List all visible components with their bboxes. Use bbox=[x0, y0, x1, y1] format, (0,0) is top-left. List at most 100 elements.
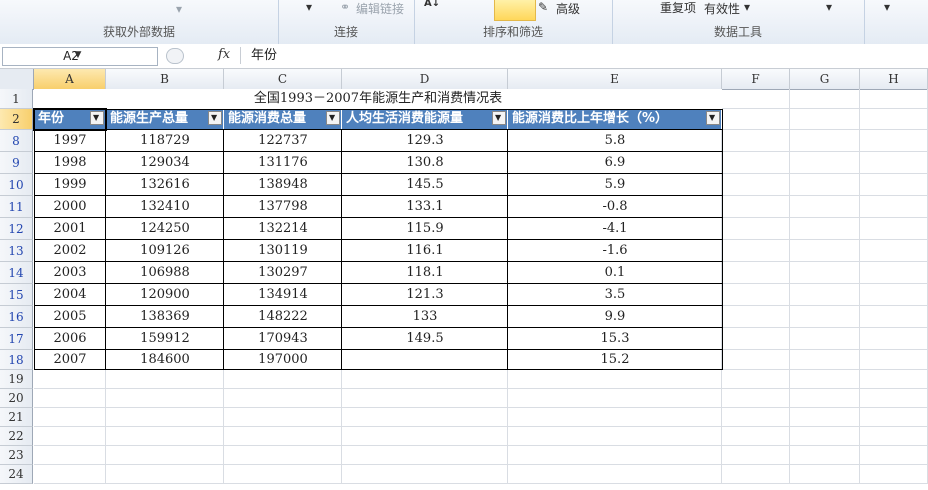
table-cell[interactable]: 2002 bbox=[34, 240, 106, 262]
formula-input[interactable]: 年份 bbox=[240, 47, 928, 64]
table-cell[interactable] bbox=[342, 350, 508, 370]
row-header-20[interactable]: 20 bbox=[0, 389, 33, 408]
expand-handle-icon[interactable] bbox=[166, 48, 184, 64]
table-cell[interactable]: 131176 bbox=[224, 152, 342, 174]
table-cell[interactable]: 134914 bbox=[224, 284, 342, 306]
chevron-down-icon[interactable]: ▼ bbox=[3, 50, 153, 60]
table-cell[interactable]: 1999 bbox=[34, 174, 106, 196]
filter-button[interactable] bbox=[494, 0, 536, 21]
table-cell[interactable]: 122737 bbox=[224, 130, 342, 152]
table-cell[interactable]: 15.3 bbox=[508, 328, 722, 350]
row-header-18[interactable]: 18 bbox=[0, 350, 33, 370]
dropdown-arrow-icon[interactable]: ▾ bbox=[176, 2, 182, 16]
dropdown-arrow-icon[interactable]: ▾ bbox=[826, 0, 832, 14]
table-header-cell[interactable]: 能源生产总量 ▼ bbox=[106, 109, 224, 130]
column-header-a[interactable]: A bbox=[34, 69, 106, 90]
row-header-24[interactable]: 24 bbox=[0, 465, 33, 484]
row-header-13[interactable]: 13 bbox=[0, 240, 33, 262]
table-cell[interactable]: 159912 bbox=[106, 328, 224, 350]
table-cell[interactable]: 2001 bbox=[34, 218, 106, 240]
name-box[interactable]: A2 ▼ bbox=[2, 47, 158, 66]
table-cell[interactable]: 120900 bbox=[106, 284, 224, 306]
table-cell[interactable]: 184600 bbox=[106, 350, 224, 370]
table-cell[interactable]: 2007 bbox=[34, 350, 106, 370]
column-header-g[interactable]: G bbox=[790, 69, 860, 90]
row-header-1[interactable]: 1 bbox=[0, 89, 33, 109]
filter-dropdown-icon[interactable]: ▼ bbox=[492, 111, 506, 125]
insert-function-icon[interactable]: fx bbox=[218, 47, 230, 62]
table-cell[interactable]: 132214 bbox=[224, 218, 342, 240]
table-cell[interactable]: 2006 bbox=[34, 328, 106, 350]
table-cell[interactable]: 118.1 bbox=[342, 262, 508, 284]
column-header-h[interactable]: H bbox=[860, 69, 928, 90]
table-cell[interactable]: 1998 bbox=[34, 152, 106, 174]
row-header-12[interactable]: 12 bbox=[0, 218, 33, 240]
select-all-corner[interactable] bbox=[0, 69, 34, 90]
table-header-cell[interactable]: 能源消费比上年增长（%） ▼ bbox=[508, 109, 722, 130]
table-cell[interactable]: 5.9 bbox=[508, 174, 722, 196]
table-cell[interactable]: 138948 bbox=[224, 174, 342, 196]
table-cell[interactable]: 129034 bbox=[106, 152, 224, 174]
table-cell[interactable]: -1.6 bbox=[508, 240, 722, 262]
table-cell[interactable]: 3.5 bbox=[508, 284, 722, 306]
table-cell[interactable]: 130297 bbox=[224, 262, 342, 284]
dropdown-arrow-icon[interactable]: ▾ bbox=[744, 0, 750, 14]
table-cell[interactable]: 130.8 bbox=[342, 152, 508, 174]
filter-dropdown-icon[interactable]: ▼ bbox=[706, 111, 720, 125]
table-cell[interactable]: 130119 bbox=[224, 240, 342, 262]
column-header-d[interactable]: D bbox=[342, 69, 508, 90]
remove-duplicates-button[interactable]: 重复项 bbox=[660, 0, 696, 16]
table-cell[interactable]: 137798 bbox=[224, 196, 342, 218]
table-cell[interactable]: 118729 bbox=[106, 130, 224, 152]
edit-links-button[interactable]: 编辑链接 bbox=[356, 0, 404, 17]
table-cell[interactable]: 2000 bbox=[34, 196, 106, 218]
table-cell[interactable]: 133.1 bbox=[342, 196, 508, 218]
column-header-f[interactable]: F bbox=[722, 69, 790, 90]
row-header-11[interactable]: 11 bbox=[0, 196, 33, 218]
sort-az-icon[interactable]: A↓ bbox=[424, 0, 440, 9]
table-cell[interactable]: -4.1 bbox=[508, 218, 722, 240]
row-header-23[interactable]: 23 bbox=[0, 446, 33, 465]
table-cell[interactable]: 170943 bbox=[224, 328, 342, 350]
filter-dropdown-icon[interactable]: ▼ bbox=[208, 111, 222, 125]
table-header-cell[interactable]: 人均生活消费能源量 ▼ bbox=[342, 109, 508, 130]
table-cell[interactable]: 145.5 bbox=[342, 174, 508, 196]
table-cell[interactable]: 6.9 bbox=[508, 152, 722, 174]
data-validation-button[interactable]: 有效性 bbox=[704, 0, 740, 17]
table-cell[interactable]: 109126 bbox=[106, 240, 224, 262]
advanced-button[interactable]: 高级 bbox=[556, 0, 580, 17]
table-cell[interactable]: 149.5 bbox=[342, 328, 508, 350]
column-header-e[interactable]: E bbox=[508, 69, 722, 90]
table-cell[interactable]: -0.8 bbox=[508, 196, 722, 218]
table-cell[interactable]: 2004 bbox=[34, 284, 106, 306]
table-cell[interactable]: 129.3 bbox=[342, 130, 508, 152]
row-header-9[interactable]: 9 bbox=[0, 152, 33, 174]
table-cell[interactable]: 2005 bbox=[34, 306, 106, 328]
table-cell[interactable]: 0.1 bbox=[508, 262, 722, 284]
row-header-21[interactable]: 21 bbox=[0, 408, 33, 427]
row-header-15[interactable]: 15 bbox=[0, 284, 33, 306]
table-cell[interactable]: 15.2 bbox=[508, 350, 722, 370]
row-header-14[interactable]: 14 bbox=[0, 262, 33, 284]
table-cell[interactable]: 133 bbox=[342, 306, 508, 328]
table-cell[interactable]: 124250 bbox=[106, 218, 224, 240]
table-cell[interactable]: 115.9 bbox=[342, 218, 508, 240]
table-header-cell[interactable]: 能源消费总量 ▼ bbox=[224, 109, 342, 130]
table-cell[interactable]: 132616 bbox=[106, 174, 224, 196]
filter-dropdown-icon[interactable]: ▼ bbox=[326, 111, 340, 125]
column-header-c[interactable]: C bbox=[224, 69, 342, 90]
dropdown-arrow-icon[interactable]: ▾ bbox=[306, 0, 312, 14]
table-cell[interactable]: 9.9 bbox=[508, 306, 722, 328]
column-header-b[interactable]: B bbox=[106, 69, 224, 90]
row-header-16[interactable]: 16 bbox=[0, 306, 33, 328]
row-header-8[interactable]: 8 bbox=[0, 130, 33, 152]
row-header-10[interactable]: 10 bbox=[0, 174, 33, 196]
table-cell[interactable]: 148222 bbox=[224, 306, 342, 328]
table-cell[interactable]: 5.8 bbox=[508, 130, 722, 152]
table-cell[interactable]: 2003 bbox=[34, 262, 106, 284]
table-cell[interactable]: 197000 bbox=[224, 350, 342, 370]
table-cell[interactable]: 132410 bbox=[106, 196, 224, 218]
dropdown-arrow-icon[interactable]: ▾ bbox=[884, 0, 890, 14]
table-cell[interactable]: 106988 bbox=[106, 262, 224, 284]
row-header-2[interactable]: 2 bbox=[0, 109, 33, 130]
